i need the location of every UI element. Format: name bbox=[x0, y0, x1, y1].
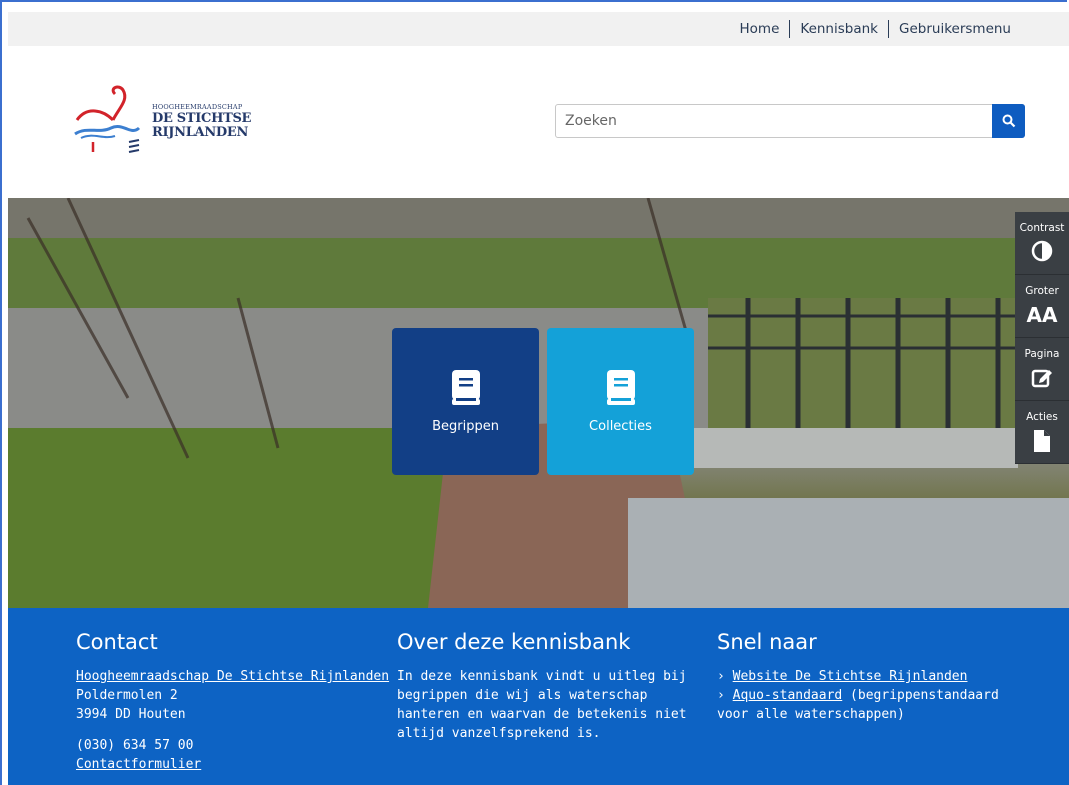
nav-home-link[interactable]: Home bbox=[730, 21, 790, 37]
street-text: Poldermolen 2 bbox=[76, 688, 178, 703]
text-size-button[interactable]: Groter AA bbox=[1015, 275, 1069, 338]
top-navigation: Home Kennisbank Gebruikersmenu bbox=[730, 20, 1021, 38]
page-label: Pagina bbox=[1024, 348, 1060, 360]
contrast-label: Contrast bbox=[1019, 222, 1065, 234]
search-icon bbox=[1002, 114, 1015, 128]
nav-kennisbank-link[interactable]: Kennisbank bbox=[790, 21, 888, 37]
contact-form-link[interactable]: Contactformulier bbox=[76, 757, 201, 772]
search-box bbox=[555, 104, 1025, 138]
logo-line-3: RIJNLANDEN bbox=[152, 124, 249, 140]
website-link[interactable]: Website De Stichtse Rijnlanden bbox=[733, 669, 968, 684]
actions-button[interactable]: Acties bbox=[1015, 401, 1069, 464]
phone-text: (030) 634 57 00 bbox=[76, 738, 194, 753]
logo-text: HOOGHEEMRAADSCHAP DE STICHTSE RIJNLANDEN bbox=[152, 104, 251, 139]
top-bar: Home Kennisbank Gebruikersmenu bbox=[8, 12, 1069, 46]
contrast-button[interactable]: Contrast bbox=[1015, 212, 1069, 275]
footer-quicklinks: Snel naar › Website De Stichtse Rijnland… bbox=[717, 630, 1037, 724]
contrast-icon bbox=[1031, 240, 1053, 262]
tile-begrippen-label: Begrippen bbox=[432, 419, 499, 434]
document-icon bbox=[1034, 430, 1050, 452]
hero-image: Begrippen Collecties bbox=[8, 198, 1069, 608]
site-footer: Contact Hoogheemraadschap De Stichtse Ri… bbox=[8, 608, 1069, 785]
footer-about: Over deze kennisbank In deze kennisbank … bbox=[397, 630, 697, 743]
logo-line-2: DE STICHTSE bbox=[152, 110, 252, 126]
accessibility-toolbar: Contrast Groter AA Pagina Acties bbox=[1015, 212, 1069, 464]
edit-icon bbox=[1031, 369, 1052, 388]
about-heading: Over deze kennisbank bbox=[397, 630, 631, 654]
search-input[interactable] bbox=[556, 105, 1004, 137]
text-size-label: Groter bbox=[1025, 285, 1059, 297]
page-edit-button[interactable]: Pagina bbox=[1015, 338, 1069, 401]
quicklinks-heading: Snel naar bbox=[717, 630, 817, 654]
about-text: In deze kennisbank vindt u uitleg bij be… bbox=[397, 669, 687, 741]
actions-label: Acties bbox=[1026, 411, 1058, 423]
site-logo[interactable]: HOOGHEEMRAADSCHAP DE STICHTSE RIJNLANDEN bbox=[73, 80, 253, 160]
tile-begrippen[interactable]: Begrippen bbox=[392, 328, 539, 475]
site-header: HOOGHEEMRAADSCHAP DE STICHTSE RIJNLANDEN bbox=[8, 46, 1069, 198]
search-button[interactable] bbox=[992, 104, 1025, 138]
city-text: 3994 DD Houten bbox=[76, 707, 186, 722]
book-icon bbox=[606, 370, 635, 405]
footer-contact: Contact Hoogheemraadschap De Stichtse Ri… bbox=[76, 630, 389, 774]
logo-line-1: HOOGHEEMRAADSCHAP bbox=[152, 103, 243, 111]
aquo-link[interactable]: Aquo-standaard bbox=[733, 688, 843, 703]
swan-logo-icon bbox=[74, 85, 141, 153]
tile-collecties[interactable]: Collecties bbox=[547, 328, 694, 475]
nav-gebruikersmenu-link[interactable]: Gebruikersmenu bbox=[889, 21, 1021, 37]
book-icon bbox=[451, 370, 480, 405]
org-link[interactable]: Hoogheemraadschap De Stichtse Rijnlanden bbox=[76, 669, 389, 684]
text-size-icon: AA bbox=[1026, 303, 1058, 327]
contact-heading: Contact bbox=[76, 630, 158, 654]
tile-collecties-label: Collecties bbox=[589, 419, 652, 434]
